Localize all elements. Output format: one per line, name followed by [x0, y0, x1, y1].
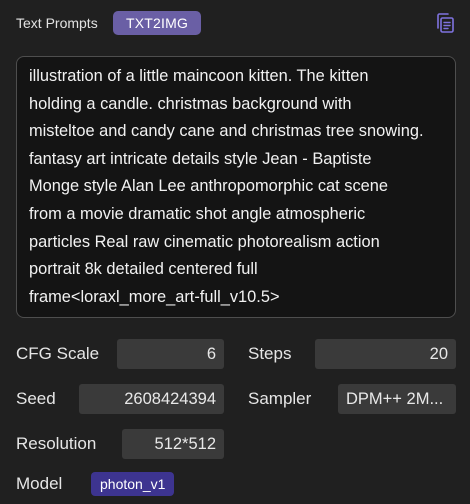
model-label: Model: [16, 474, 63, 493]
prompt-text[interactable]: illustration of a little maincoon kitten…: [16, 56, 456, 318]
steps-value: 20: [315, 339, 456, 369]
panel-header: Text Prompts TXT2IMG: [16, 10, 458, 36]
prompt-info-panel: Text Prompts TXT2IMG illustration of a l…: [0, 0, 470, 504]
seed-value: 2608424394: [79, 384, 224, 414]
resolution-value: 512*512: [122, 429, 224, 459]
row-resolution: Resolution 512*512: [16, 429, 456, 459]
model-tag: photon_v1: [91, 472, 175, 496]
mode-tag: TXT2IMG: [113, 11, 202, 35]
sampler-label: Sampler: [248, 389, 312, 408]
copy-icon[interactable]: [434, 12, 456, 34]
seed-label: Seed: [16, 389, 56, 408]
steps-label: Steps: [248, 344, 292, 363]
row-seed-sampler: Seed 2608424394 Sampler DPM++ 2M...: [16, 384, 456, 414]
panel-title: Text Prompts: [16, 15, 98, 31]
resolution-label: Resolution: [16, 434, 97, 453]
row-cfg-steps: CFG Scale 6 Steps 20: [16, 339, 456, 369]
cfg-scale-label: CFG Scale: [16, 344, 100, 363]
cfg-scale-value: 6: [117, 339, 224, 369]
row-model: Model photon_v1: [16, 469, 456, 499]
sampler-value: DPM++ 2M...: [338, 384, 456, 414]
